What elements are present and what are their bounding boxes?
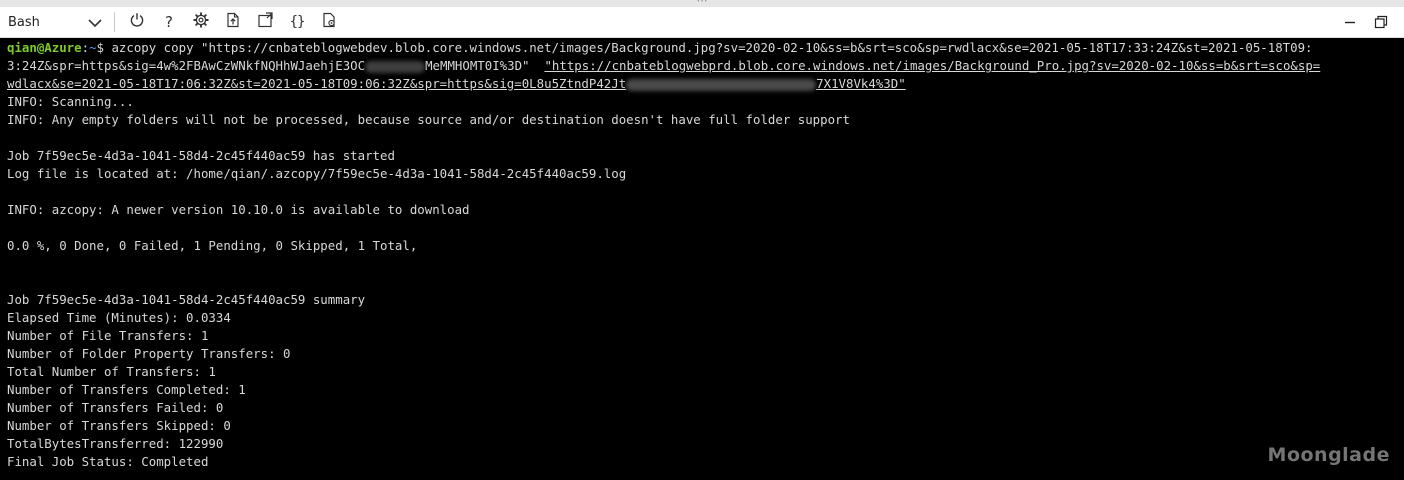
destination-url-link[interactable]: "https://cnbateblogwebprd.blob.core.wind… [544, 58, 1320, 73]
command-text-2c [530, 58, 545, 73]
output-line: Total Number of Transfers: 1 [7, 364, 216, 379]
web-preview-icon [321, 12, 337, 32]
output-line: INFO: Any empty folders will not be proc… [7, 112, 850, 127]
output-line: Number of Transfers Completed: 1 [7, 382, 246, 397]
redacted-sas-token [626, 78, 817, 91]
toolbar-divider [114, 12, 115, 32]
command-line-wrap-1: 3:24Z&spr=https&sig=4w%2FBAwCzWNkfNQHhWJ… [7, 57, 1404, 75]
prompt-user: qian@Azure [7, 40, 82, 55]
command-text-2a: 3:24Z&spr=https&sig=4w%2FBAwCzWNkfNQHhWJ… [7, 58, 366, 73]
prompt-path: ~ [89, 40, 97, 55]
upload-download-files-button[interactable] [220, 10, 246, 34]
output-line: 0.0 %, 0 Done, 0 Failed, 1 Pending, 0 Sk… [7, 238, 418, 253]
chevron-down-icon [88, 13, 102, 32]
open-new-session-button[interactable] [252, 10, 278, 34]
output-line: Number of File Transfers: 1 [7, 328, 209, 343]
prompt-separator: : [81, 40, 90, 55]
help-button[interactable]: ? [156, 10, 182, 34]
prompt-symbol: $ [96, 40, 112, 55]
watermark: Moonglade [1267, 444, 1390, 466]
output-line: Number of Transfers Skipped: 0 [7, 418, 231, 433]
editor-braces-icon: {} [289, 14, 306, 30]
command-line-wrap-2: wdlacx&se=2021-05-18T17:06:32Z&st=2021-0… [7, 75, 1404, 93]
editor-button[interactable]: {} [284, 10, 310, 34]
terminal-output[interactable]: qian@Azure:~$ azcopy copy "https://cnbat… [7, 39, 1404, 480]
web-preview-button[interactable] [316, 10, 342, 34]
restore-icon [1374, 14, 1388, 33]
help-icon: ? [165, 12, 173, 31]
minimize-icon [1343, 14, 1357, 33]
output-line: Final Job Status: Completed [7, 454, 209, 469]
output-lines: INFO: Scanning... INFO: Any empty folders… [7, 93, 1404, 471]
output-line: TotalBytesTransferred: 122990 [7, 436, 224, 451]
open-new-session-icon [257, 12, 273, 32]
destination-url-link-cont[interactable]: wdlacx&se=2021-05-18T17:06:32Z&st=2021-0… [7, 76, 626, 91]
output-line: Log file is located at: /home/qian/.azco… [7, 166, 627, 181]
destination-url-link-end[interactable]: 7X1V8Vk4%3D" [816, 76, 906, 91]
settings-gear-icon [193, 12, 209, 32]
output-line: Job 7f59ec5e-4d3a-1041-58d4-2c45f440ac59… [7, 148, 395, 163]
shell-type-label: Bash [8, 14, 40, 30]
cloud-shell-toolbar: Bash ? {} [0, 7, 1404, 38]
output-line: Number of Transfers Failed: 0 [7, 400, 224, 415]
shell-type-selector[interactable]: Bash [4, 11, 106, 33]
output-line: INFO: azcopy: A newer version 10.10.0 is… [7, 202, 470, 217]
command-line: qian@Azure:~$ azcopy copy "https://cnbat… [7, 39, 1404, 57]
restore-button[interactable] [1369, 12, 1393, 34]
output-line: INFO: Scanning... [7, 94, 134, 109]
restart-icon [129, 12, 145, 32]
redacted-sas-token [365, 60, 426, 73]
upload-download-files-icon [225, 12, 241, 32]
minimize-button[interactable] [1338, 12, 1362, 34]
output-line: Elapsed Time (Minutes): 0.0334 [7, 310, 231, 325]
command-text-1: azcopy copy "https://cnbateblogwebdev.bl… [111, 40, 1313, 55]
restart-button[interactable] [124, 10, 150, 34]
drag-handle-icon[interactable]: ⋯ [697, 0, 708, 7]
command-text-2b: MeMMHOMT0I%3D" [425, 58, 530, 73]
output-line: Job 7f59ec5e-4d3a-1041-58d4-2c45f440ac59… [7, 292, 366, 307]
output-line: Number of Folder Property Transfers: 0 [7, 346, 291, 361]
settings-button[interactable] [188, 10, 214, 34]
